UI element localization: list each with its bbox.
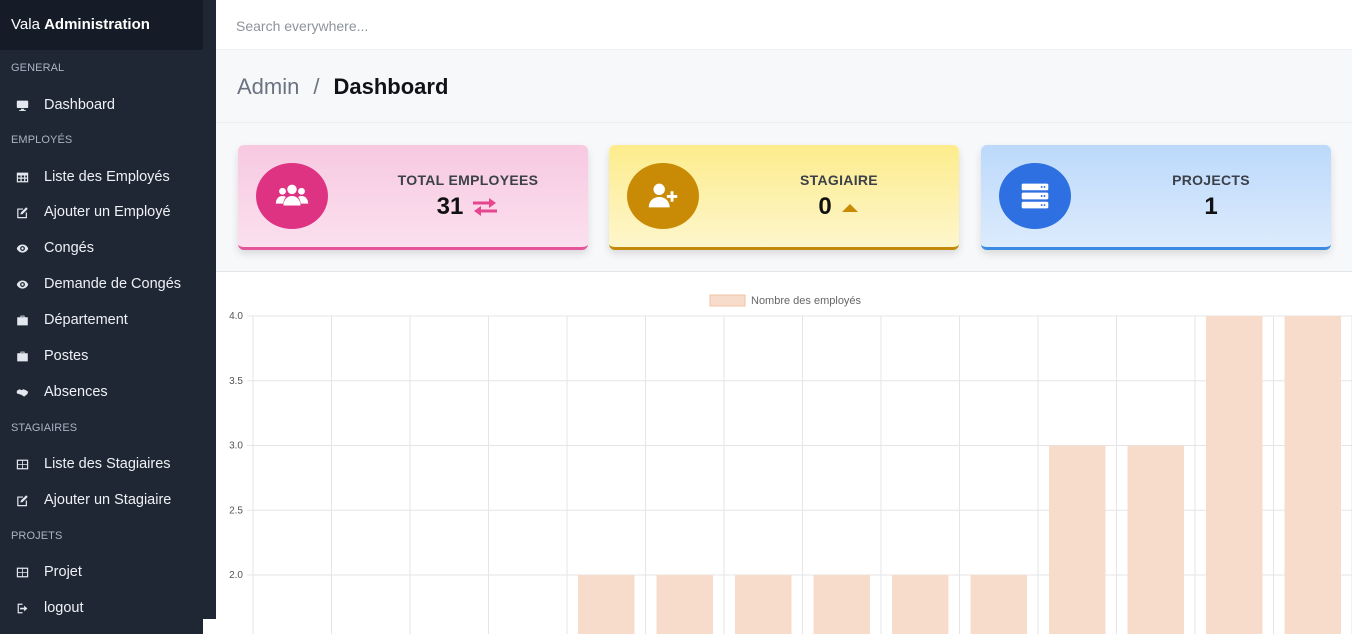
sidebar-item-dashboard[interactable]: Dashboard xyxy=(0,89,216,121)
breadcrumb-separator: / xyxy=(313,74,320,99)
section-projets: PROJETS xyxy=(11,530,63,542)
sidebar-item-label: Demande de Congés xyxy=(44,276,182,292)
sidebar-item-ajouter-employe[interactable]: Ajouter un Employé xyxy=(0,196,216,228)
sidebar-item-logout[interactable]: logout xyxy=(0,592,216,624)
sidebar-item-label: Postes xyxy=(44,348,89,364)
server-icon xyxy=(999,163,1071,229)
chart-bar xyxy=(656,575,714,634)
sidebar-item-label: Dashboard xyxy=(44,97,115,113)
edit-icon xyxy=(15,493,29,507)
legend-label: Nombre des employés xyxy=(751,295,862,307)
topbar xyxy=(216,0,1352,50)
table-icon xyxy=(15,565,29,579)
card-value: 0 xyxy=(818,193,832,220)
chart-bar xyxy=(1048,445,1106,634)
exchange-icon xyxy=(473,198,498,216)
handshake-icon xyxy=(15,385,29,399)
card-value: 31 xyxy=(436,193,464,220)
sidebar-item-postes[interactable]: Postes xyxy=(0,340,216,372)
sidebar-item-label: Ajouter un Employé xyxy=(44,204,171,220)
chart-bar xyxy=(577,575,635,634)
chart-svg: 4.0 3.5 3.0 2.5 2.0 Nombre des employés xyxy=(229,294,1352,634)
sidebar-item-label: Absences xyxy=(44,384,108,400)
chart-bar xyxy=(1284,316,1342,634)
sidebar-item-liste-stagiaires[interactable]: Liste des Stagiaires xyxy=(0,448,216,480)
page-header: Admin / Dashboard xyxy=(216,50,1352,123)
edit-icon xyxy=(15,205,29,219)
chart-bar xyxy=(891,575,949,634)
table-icon xyxy=(15,457,29,471)
sidebar-item-ajouter-stagiaire[interactable]: Ajouter un Stagiaire xyxy=(0,484,216,516)
sidebar-item-absences[interactable]: Absences xyxy=(0,376,216,408)
breadcrumb-parent[interactable]: Admin xyxy=(237,74,299,100)
card-stagiaire[interactable]: STAGIAIRE 0 xyxy=(609,145,959,250)
card-label: PROJECTS xyxy=(1172,172,1250,188)
sidebar-item-label: Liste des Stagiaires xyxy=(44,456,171,472)
breadcrumb: Admin / Dashboard xyxy=(237,74,448,100)
employees-chart: 4.0 3.5 3.0 2.5 2.0 Nombre des employés xyxy=(216,272,1352,634)
logout-icon xyxy=(15,601,29,615)
eye-icon xyxy=(15,277,29,291)
sidebar-item-liste-employes[interactable]: Liste des Employés xyxy=(0,161,216,193)
sidebar: Vala Administration GENERAL Dashboard EM… xyxy=(0,0,216,634)
section-stagiaires: STAGIAIRES xyxy=(11,422,78,434)
y-tick-label: 3.5 xyxy=(229,376,243,387)
stats-cards: TOTAL EMPLOYEES 31 STAGIAIRE 0 PROJECTS … xyxy=(216,123,1352,272)
sidebar-item-label: Projet xyxy=(44,564,82,580)
sidebar-item-conges[interactable]: Congés xyxy=(0,232,216,264)
chart-bar xyxy=(1127,445,1185,634)
sidebar-item-label: Congés xyxy=(44,240,94,256)
table-icon xyxy=(15,170,29,184)
y-tick-label: 4.0 xyxy=(229,311,243,322)
chart-bar xyxy=(1205,316,1263,634)
monitor-icon xyxy=(15,98,29,112)
briefcase-icon xyxy=(15,349,29,363)
users-icon xyxy=(256,163,328,229)
sidebar-item-departement[interactable]: Département xyxy=(0,304,216,336)
y-tick-label: 3.0 xyxy=(229,441,243,452)
sidebar-item-demande-conges[interactable]: Demande de Congés xyxy=(0,268,216,300)
card-total-employees[interactable]: TOTAL EMPLOYEES 31 xyxy=(238,145,588,250)
brand-prefix: Vala xyxy=(11,16,40,33)
sidebar-item-projet[interactable]: Projet xyxy=(0,556,216,588)
sidebar-item-label: Département xyxy=(44,312,128,328)
legend-swatch xyxy=(709,294,746,307)
search-input[interactable] xyxy=(236,14,736,38)
briefcase-icon xyxy=(15,313,29,327)
chart-bar xyxy=(734,575,792,634)
brand[interactable]: Vala Administration xyxy=(0,0,203,50)
section-general: GENERAL xyxy=(11,62,65,74)
caret-up-icon xyxy=(841,204,858,212)
sidebar-item-label: logout xyxy=(44,600,84,616)
y-tick-label: 2.0 xyxy=(229,570,243,581)
sidebar-item-label: Liste des Employés xyxy=(44,169,170,185)
card-label: TOTAL EMPLOYEES xyxy=(397,172,539,188)
card-value: 1 xyxy=(1204,193,1218,220)
user-plus-icon xyxy=(627,163,699,229)
chart-bar xyxy=(813,575,871,634)
chart-bar xyxy=(970,575,1028,634)
y-tick-label: 2.5 xyxy=(229,505,243,516)
brand-name: Administration xyxy=(44,16,150,33)
page-title: Dashboard xyxy=(333,74,449,99)
card-projects[interactable]: PROJECTS 1 xyxy=(981,145,1331,250)
sidebar-corner xyxy=(203,619,216,634)
sidebar-item-label: Ajouter un Stagiaire xyxy=(44,492,172,508)
section-employes: EMPLOYÉS xyxy=(11,134,73,146)
eye-icon xyxy=(15,241,29,255)
card-label: STAGIAIRE xyxy=(800,172,878,188)
